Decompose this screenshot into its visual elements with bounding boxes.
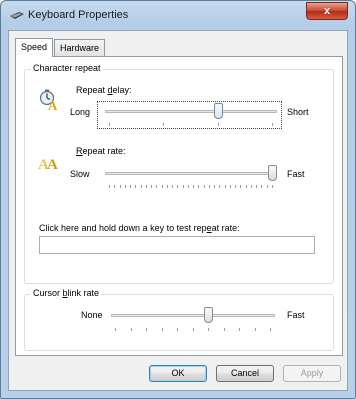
tick-mark <box>115 328 116 331</box>
tick-mark <box>208 328 209 331</box>
character-repeat-group: Character repeat A Repeat delay: Long Sh… <box>24 63 334 284</box>
repeat-rate-max-label: Fast <box>287 169 305 179</box>
tick-mark <box>141 185 142 188</box>
repeat-rate-min-label: Slow <box>70 169 90 179</box>
repeat-rate-label: Repeat rate: <box>76 146 126 156</box>
cursor-blink-group: Cursor blink rate None Fast <box>24 288 334 351</box>
tick-mark <box>209 185 210 188</box>
tick-mark <box>135 185 136 188</box>
repeat-rate-ticks <box>109 185 273 189</box>
repeat-delay-slider-thumb[interactable] <box>214 103 224 119</box>
apply-button[interactable]: Apply <box>283 365 341 382</box>
tick-mark <box>177 185 178 188</box>
tick-mark <box>256 185 257 188</box>
tick-mark <box>261 185 262 188</box>
tick-mark <box>120 185 121 188</box>
title-bar[interactable]: Keyboard Properties x <box>1 1 355 31</box>
cancel-button[interactable]: Cancel <box>216 365 274 382</box>
cursor-blink-ticks <box>115 328 271 332</box>
svg-text:A: A <box>47 157 58 173</box>
cursor-blink-slider-thumb[interactable] <box>204 307 213 323</box>
tick-mark <box>125 185 126 188</box>
tab-hardware[interactable]: Hardware <box>54 39 106 56</box>
tick-mark <box>188 185 189 188</box>
speed-tab-panel: Character repeat A Repeat delay: Long Sh… <box>15 56 343 356</box>
cursor-blink-label: Cursor blink rate <box>31 288 102 298</box>
test-repeat-label: Click here and hold down a key to test r… <box>39 223 240 233</box>
cursor-blink-min-label: None <box>81 310 103 320</box>
character-repeat-label: Character repeat <box>31 63 103 73</box>
repeat-rate-icon: A A <box>38 157 58 173</box>
tick-mark <box>193 185 194 188</box>
tick-mark <box>130 185 131 188</box>
repeat-rate-label-text: Repeat rate: <box>76 146 126 156</box>
tick-mark <box>267 185 268 188</box>
tick-mark <box>162 185 163 188</box>
tick-mark <box>230 185 231 188</box>
tick-mark <box>193 328 194 331</box>
repeat-delay-track[interactable] <box>105 110 277 113</box>
tick-mark <box>198 185 199 188</box>
tick-mark <box>272 185 273 188</box>
keyboard-icon <box>10 12 24 19</box>
tick-mark <box>218 123 219 126</box>
tick-mark <box>146 185 147 188</box>
tick-mark <box>251 185 252 188</box>
svg-text:A: A <box>48 98 58 112</box>
repeat-rate-slider-thumb[interactable] <box>268 165 277 181</box>
tick-mark <box>177 328 178 331</box>
tick-mark <box>163 123 164 126</box>
keyboard-properties-window: Keyboard Properties x Speed Hardware Cha… <box>0 0 356 399</box>
tab-speed[interactable]: Speed <box>15 38 54 57</box>
ok-button[interactable]: OK <box>149 365 207 382</box>
tick-mark <box>172 185 173 188</box>
tick-mark <box>167 185 168 188</box>
test-repeat-input[interactable] <box>39 236 315 254</box>
tick-mark <box>240 185 241 188</box>
close-button[interactable]: x <box>306 2 348 20</box>
cursor-blink-max-label: Fast <box>287 310 305 320</box>
tick-mark <box>235 185 236 188</box>
tick-mark <box>162 328 163 331</box>
tick-mark <box>219 185 220 188</box>
dialog-client-area: Speed Hardware Character repeat A Repeat… <box>8 30 348 391</box>
tick-mark <box>109 185 110 188</box>
tick-mark <box>272 123 273 126</box>
tick-mark <box>146 328 147 331</box>
tick-mark <box>204 185 205 188</box>
tick-mark <box>255 328 256 331</box>
tick-mark <box>156 185 157 188</box>
tick-mark <box>151 185 152 188</box>
tick-mark <box>131 328 132 331</box>
repeat-delay-label-text: Repeat delay: <box>76 85 132 95</box>
repeat-delay-max-label: Short <box>287 107 309 117</box>
tick-mark <box>239 328 240 331</box>
tick-mark <box>246 185 247 188</box>
window-title: Keyboard Properties <box>28 9 129 21</box>
tick-mark <box>270 328 271 331</box>
repeat-rate-track[interactable] <box>105 172 277 175</box>
tick-mark <box>114 185 115 188</box>
tick-mark <box>183 185 184 188</box>
tick-mark <box>225 185 226 188</box>
cursor-blink-track[interactable] <box>111 314 275 317</box>
tick-mark <box>109 123 110 126</box>
repeat-delay-label: Repeat delay: <box>76 85 132 95</box>
tick-mark <box>214 185 215 188</box>
repeat-delay-icon: A <box>39 89 58 112</box>
repeat-delay-ticks <box>109 123 273 127</box>
repeat-delay-min-label: Long <box>70 107 91 117</box>
tick-mark <box>224 328 225 331</box>
